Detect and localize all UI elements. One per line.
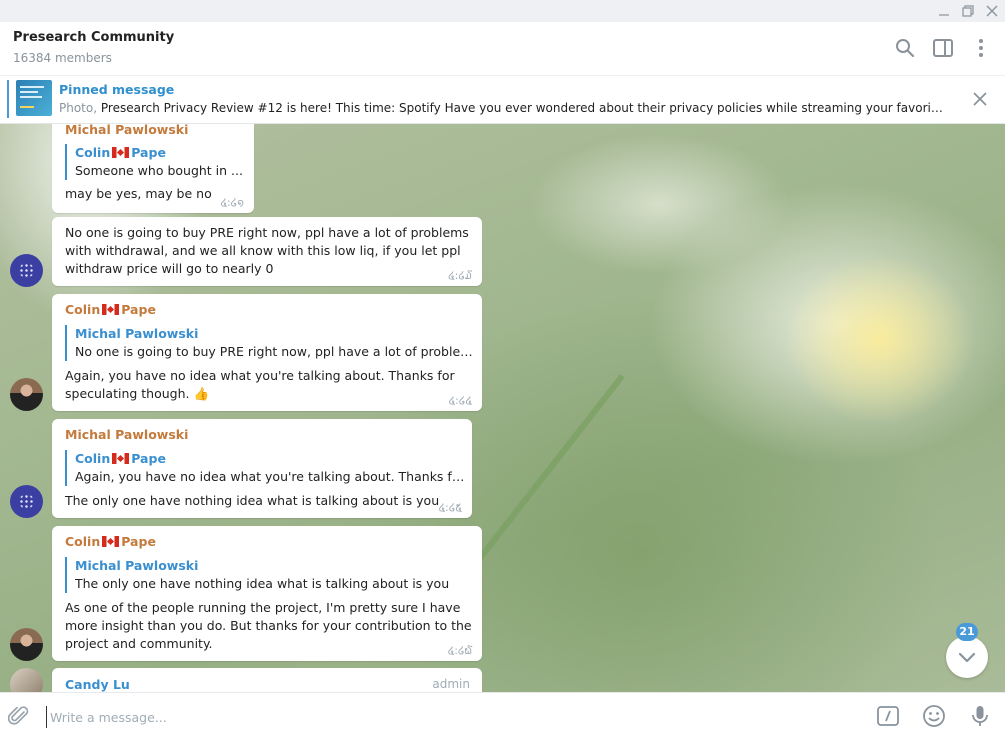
more-options-icon[interactable] bbox=[970, 37, 992, 59]
chat-header: Presearch Community 16384 members bbox=[0, 22, 1005, 76]
reply-text: Someone who bought in ... bbox=[75, 163, 243, 178]
reply-sender-last: Pape bbox=[131, 145, 166, 160]
chat-title[interactable]: Presearch Community bbox=[13, 30, 174, 45]
message-bubble[interactable]: Candy Lu admin bbox=[52, 668, 482, 692]
unread-count-badge: 21 bbox=[956, 623, 978, 641]
message-sender[interactable]: Candy Lu bbox=[65, 677, 130, 692]
search-icon[interactable] bbox=[894, 37, 916, 59]
message-bubble[interactable]: Michal Pawlowski Colin Pape Again, you ha… bbox=[52, 419, 472, 518]
canada-flag-icon bbox=[112, 453, 130, 464]
message-text: No one is going to buy PRE right now, pp… bbox=[65, 224, 469, 278]
avatar[interactable] bbox=[10, 668, 43, 692]
reply-preview[interactable]: Michal Pawlowski No one is going to buy … bbox=[65, 325, 475, 361]
message-sender[interactable]: Michal Pawlowski bbox=[65, 427, 188, 442]
message-time: ໔:໒໓ bbox=[448, 270, 472, 282]
message-line: As one of the people running the project… bbox=[65, 600, 461, 615]
canada-flag-icon bbox=[102, 304, 120, 315]
message-line: more insight than you do. But thanks for… bbox=[65, 618, 472, 633]
sender-first: Colin bbox=[65, 302, 101, 317]
restore-icon bbox=[962, 5, 974, 17]
message-line: with withdrawal, and we all know with th… bbox=[65, 243, 461, 258]
reply-sender-last: Pape bbox=[131, 451, 166, 466]
chevron-down-icon bbox=[958, 652, 976, 663]
avatar[interactable] bbox=[10, 254, 43, 287]
pinned-message-bar[interactable]: Pinned message Photo, Presearch Privacy … bbox=[0, 76, 1005, 124]
member-count: 16384 members bbox=[13, 51, 112, 65]
message-text: As one of the people running the project… bbox=[65, 599, 472, 653]
restore-button[interactable] bbox=[960, 3, 976, 19]
message-time: ໔:໒໖ bbox=[447, 645, 472, 657]
pinned-label: Pinned message bbox=[59, 82, 175, 97]
message-text: Again, you have no idea what you're talk… bbox=[65, 367, 455, 403]
message-text: The only one have nothing idea what is t… bbox=[65, 493, 440, 508]
message-time: ໔:໒໑ bbox=[220, 197, 244, 209]
window-titlebar bbox=[0, 0, 1005, 22]
reply-text: Again, you have no idea what you're talk… bbox=[75, 469, 465, 484]
avatar[interactable] bbox=[10, 378, 43, 411]
message-bubble[interactable]: No one is going to buy PRE right now, pp… bbox=[52, 217, 482, 286]
bot-commands-icon[interactable] bbox=[876, 704, 900, 728]
canada-flag-icon bbox=[102, 536, 120, 547]
reply-sender: Colin Pape bbox=[75, 144, 245, 162]
microphone-icon[interactable] bbox=[968, 704, 992, 728]
message-line: No one is going to buy PRE right now, pp… bbox=[65, 225, 469, 240]
sender-last: Pape bbox=[121, 534, 156, 549]
reply-preview[interactable]: Colin Pape Someone who bought in ... bbox=[65, 144, 245, 180]
message-time: ໔:໒໕ bbox=[438, 502, 462, 514]
reply-sender: Colin Pape bbox=[75, 450, 465, 468]
message-sender[interactable]: Colin Pape bbox=[65, 302, 156, 317]
pinned-text: Photo, Presearch Privacy Review #12 is h… bbox=[59, 101, 944, 115]
canada-flag-icon bbox=[112, 147, 130, 158]
pinned-accent-bar bbox=[7, 80, 9, 118]
message-bubble[interactable]: Colin Pape Michal Pawlowski The only one … bbox=[52, 526, 482, 661]
minimize-icon bbox=[939, 14, 949, 16]
reply-sender: Michal Pawlowski bbox=[75, 326, 199, 341]
reply-sender: Michal Pawlowski bbox=[75, 558, 199, 573]
close-icon bbox=[986, 5, 998, 17]
scroll-to-bottom-button[interactable] bbox=[946, 636, 988, 678]
pinned-preview: Presearch Privacy Review #12 is here! Th… bbox=[100, 101, 944, 115]
reply-preview[interactable]: Michal Pawlowski The only one have nothi… bbox=[65, 557, 475, 593]
message-sender[interactable]: Colin Pape bbox=[65, 534, 156, 549]
message-line: withdraw price will go to nearly 0 bbox=[65, 261, 274, 276]
reply-sender-first: Colin bbox=[75, 451, 111, 466]
message-list[interactable]: Michal Pawlowski Colin Pape Someone who b… bbox=[0, 124, 1005, 692]
message-input[interactable] bbox=[46, 706, 752, 728]
close-icon[interactable] bbox=[970, 89, 990, 109]
message-bubble[interactable]: Michal Pawlowski Colin Pape Someone who b… bbox=[52, 124, 254, 213]
message-line: Again, you have no idea what you're talk… bbox=[65, 368, 455, 383]
message-line: project and community. bbox=[65, 636, 213, 651]
message-time: ໔:໒໔ bbox=[448, 395, 472, 407]
avatar[interactable] bbox=[10, 628, 43, 661]
emoji-icon[interactable] bbox=[922, 704, 946, 728]
reply-text: The only one have nothing idea what is t… bbox=[75, 576, 450, 591]
message-sender[interactable]: Michal Pawlowski bbox=[65, 124, 188, 137]
sidebar-toggle-icon[interactable] bbox=[932, 37, 954, 59]
reply-preview[interactable]: Colin Pape Again, you have no idea what y… bbox=[65, 450, 465, 486]
reply-text: No one is going to buy PRE right now, pp… bbox=[75, 344, 475, 359]
message-bubble[interactable]: Colin Pape Michal Pawlowski No one is goi… bbox=[52, 294, 482, 411]
pinned-kind: Photo, bbox=[59, 101, 98, 115]
close-window-button[interactable] bbox=[984, 3, 1000, 19]
compose-bar bbox=[0, 692, 1005, 739]
reply-sender-first: Colin bbox=[75, 145, 111, 160]
attach-icon[interactable] bbox=[8, 705, 30, 727]
message-text: may be yes, may be no bbox=[65, 186, 212, 201]
pinned-photo-thumbnail bbox=[16, 80, 52, 116]
sender-last: Pape bbox=[121, 302, 156, 317]
avatar[interactable] bbox=[10, 485, 43, 518]
sender-first: Colin bbox=[65, 534, 101, 549]
minimize-button[interactable] bbox=[936, 3, 952, 19]
message-line: speculating though. 👍 bbox=[65, 386, 210, 401]
admin-tag: admin bbox=[432, 677, 470, 691]
